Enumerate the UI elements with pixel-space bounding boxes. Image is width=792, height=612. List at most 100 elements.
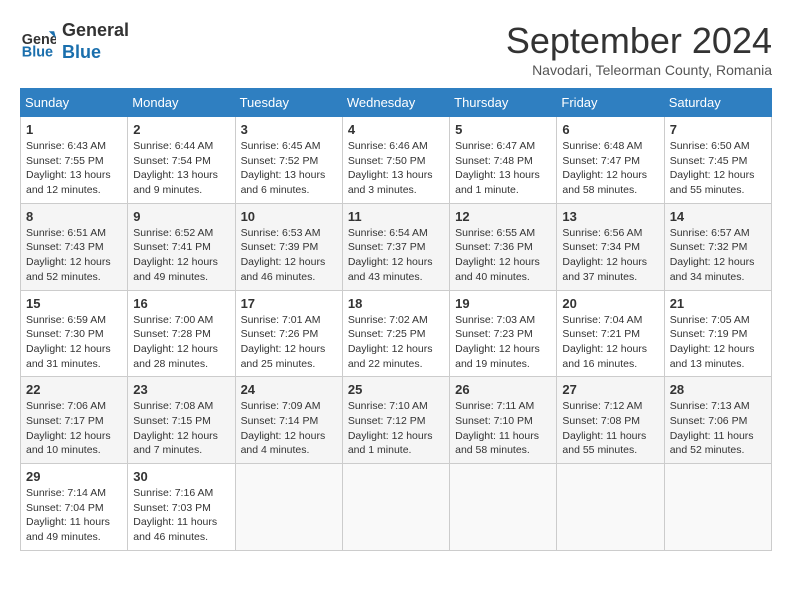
calendar-day-25: 25Sunrise: 7:10 AMSunset: 7:12 PMDayligh… bbox=[342, 377, 449, 464]
weekday-header-sunday: Sunday bbox=[21, 89, 128, 117]
calendar-day-24: 24Sunrise: 7:09 AMSunset: 7:14 PMDayligh… bbox=[235, 377, 342, 464]
day-detail: Sunrise: 6:53 AMSunset: 7:39 PMDaylight:… bbox=[241, 226, 337, 285]
day-detail: Sunrise: 7:14 AMSunset: 7:04 PMDaylight:… bbox=[26, 486, 122, 545]
day-detail: Sunrise: 6:57 AMSunset: 7:32 PMDaylight:… bbox=[670, 226, 766, 285]
calendar-day-22: 22 Sunrise: 7:06 AMSunset: 7:17 PMDayligh… bbox=[21, 377, 128, 464]
calendar-day-28: 28 Sunrise: 7:13 AMSunset: 7:06 PMDayligh… bbox=[664, 377, 771, 464]
day-detail: Sunrise: 6:50 AMSunset: 7:45 PMDaylight:… bbox=[670, 139, 766, 198]
day-number: 2 bbox=[133, 122, 229, 137]
calendar-table: SundayMondayTuesdayWednesdayThursdayFrid… bbox=[20, 88, 772, 551]
day-number: 15 bbox=[26, 296, 122, 311]
calendar-day-10: 10 Sunrise: 6:53 AMSunset: 7:39 PMDayligh… bbox=[235, 203, 342, 290]
calendar-day-30: 30 Sunrise: 7:16 AMSunset: 7:03 PMDayligh… bbox=[128, 464, 235, 551]
day-detail: Sunrise: 6:51 AMSunset: 7:43 PMDaylight:… bbox=[26, 226, 122, 285]
day-detail: Sunrise: 7:06 AMSunset: 7:17 PMDaylight:… bbox=[26, 399, 122, 458]
calendar-day-8: 8 Sunrise: 6:51 AMSunset: 7:43 PMDaylight… bbox=[21, 203, 128, 290]
day-detail: Sunrise: 6:47 AMSunset: 7:48 PMDaylight:… bbox=[455, 139, 551, 198]
day-number: 8 bbox=[26, 209, 122, 224]
calendar-day-20: 20 Sunrise: 7:04 AMSunset: 7:21 PMDayligh… bbox=[557, 290, 664, 377]
calendar-day-15: 15 Sunrise: 6:59 AMSunset: 7:30 PMDayligh… bbox=[21, 290, 128, 377]
day-detail: Sunrise: 7:03 AMSunset: 7:23 PMDaylight:… bbox=[455, 313, 551, 372]
day-number: 5 bbox=[455, 122, 551, 137]
day-number: 21 bbox=[670, 296, 766, 311]
day-number: 17 bbox=[241, 296, 337, 311]
day-number: 14 bbox=[670, 209, 766, 224]
day-number: 7 bbox=[670, 122, 766, 137]
calendar-day-18: 18 Sunrise: 7:02 AMSunset: 7:25 PMDayligh… bbox=[342, 290, 449, 377]
title-block: September 2024 Navodari, Teleorman Count… bbox=[506, 20, 772, 78]
day-detail: Sunrise: 7:04 AMSunset: 7:21 PMDaylight:… bbox=[562, 313, 658, 372]
calendar-week-row: 1 Sunrise: 6:43 AMSunset: 7:55 PMDaylight… bbox=[21, 117, 772, 204]
day-detail: Sunrise: 7:01 AMSunset: 7:26 PMDaylight:… bbox=[241, 313, 337, 372]
day-number: 29 bbox=[26, 469, 122, 484]
day-number: 3 bbox=[241, 122, 337, 137]
day-detail: Sunrise: 6:59 AMSunset: 7:30 PMDaylight:… bbox=[26, 313, 122, 372]
calendar-week-row: 22 Sunrise: 7:06 AMSunset: 7:17 PMDayligh… bbox=[21, 377, 772, 464]
calendar-day-7: 7 Sunrise: 6:50 AMSunset: 7:45 PMDaylight… bbox=[664, 117, 771, 204]
calendar-week-row: 29 Sunrise: 7:14 AMSunset: 7:04 PMDayligh… bbox=[21, 464, 772, 551]
calendar-day-11: 11 Sunrise: 6:54 AMSunset: 7:37 PMDayligh… bbox=[342, 203, 449, 290]
day-number: 10 bbox=[241, 209, 337, 224]
day-number: 12 bbox=[455, 209, 551, 224]
page-header: General Blue General Blue September 2024… bbox=[20, 20, 772, 78]
day-detail: Sunrise: 6:44 AMSunset: 7:54 PMDaylight:… bbox=[133, 139, 229, 198]
calendar-day-5: 5 Sunrise: 6:47 AMSunset: 7:48 PMDaylight… bbox=[450, 117, 557, 204]
day-number: 25 bbox=[348, 382, 444, 397]
day-number: 27 bbox=[562, 382, 658, 397]
day-number: 26 bbox=[455, 382, 551, 397]
calendar-day-1: 1 Sunrise: 6:43 AMSunset: 7:55 PMDaylight… bbox=[21, 117, 128, 204]
day-number: 16 bbox=[133, 296, 229, 311]
calendar-body: 1 Sunrise: 6:43 AMSunset: 7:55 PMDaylight… bbox=[21, 117, 772, 551]
day-number: 4 bbox=[348, 122, 444, 137]
weekday-header-wednesday: Wednesday bbox=[342, 89, 449, 117]
day-number: 20 bbox=[562, 296, 658, 311]
day-number: 19 bbox=[455, 296, 551, 311]
day-detail: Sunrise: 6:43 AMSunset: 7:55 PMDaylight:… bbox=[26, 139, 122, 198]
day-detail: Sunrise: 7:09 AMSunset: 7:14 PMDaylight:… bbox=[241, 399, 337, 458]
day-number: 28 bbox=[670, 382, 766, 397]
calendar-day-6: 6 Sunrise: 6:48 AMSunset: 7:47 PMDaylight… bbox=[557, 117, 664, 204]
calendar-day-27: 27 Sunrise: 7:12 AMSunset: 7:08 PMDayligh… bbox=[557, 377, 664, 464]
logo-text: General Blue bbox=[62, 20, 129, 63]
calendar-day-21: 21 Sunrise: 7:05 AMSunset: 7:19 PMDayligh… bbox=[664, 290, 771, 377]
logo: General Blue General Blue bbox=[20, 20, 129, 63]
day-number: 30 bbox=[133, 469, 229, 484]
day-detail: Sunrise: 6:56 AMSunset: 7:34 PMDaylight:… bbox=[562, 226, 658, 285]
calendar-empty-cell bbox=[557, 464, 664, 551]
calendar-day-3: 3 Sunrise: 6:45 AMSunset: 7:52 PMDaylight… bbox=[235, 117, 342, 204]
location: Navodari, Teleorman County, Romania bbox=[506, 62, 772, 78]
day-number: 22 bbox=[26, 382, 122, 397]
logo-icon: General Blue bbox=[20, 24, 56, 60]
calendar-day-16: 16Sunrise: 7:00 AMSunset: 7:28 PMDayligh… bbox=[128, 290, 235, 377]
day-detail: Sunrise: 7:13 AMSunset: 7:06 PMDaylight:… bbox=[670, 399, 766, 458]
calendar-empty-cell bbox=[450, 464, 557, 551]
day-detail: Sunrise: 7:16 AMSunset: 7:03 PMDaylight:… bbox=[133, 486, 229, 545]
day-number: 1 bbox=[26, 122, 122, 137]
day-number: 11 bbox=[348, 209, 444, 224]
weekday-header-thursday: Thursday bbox=[450, 89, 557, 117]
calendar-empty-cell bbox=[235, 464, 342, 551]
day-number: 18 bbox=[348, 296, 444, 311]
day-detail: Sunrise: 7:05 AMSunset: 7:19 PMDaylight:… bbox=[670, 313, 766, 372]
calendar-day-13: 13 Sunrise: 6:56 AMSunset: 7:34 PMDayligh… bbox=[557, 203, 664, 290]
calendar-week-row: 15 Sunrise: 6:59 AMSunset: 7:30 PMDayligh… bbox=[21, 290, 772, 377]
calendar-day-9: 9Sunrise: 6:52 AMSunset: 7:41 PMDaylight… bbox=[128, 203, 235, 290]
day-number: 6 bbox=[562, 122, 658, 137]
calendar-day-17: 17 Sunrise: 7:01 AMSunset: 7:26 PMDayligh… bbox=[235, 290, 342, 377]
day-detail: Sunrise: 7:02 AMSunset: 7:25 PMDaylight:… bbox=[348, 313, 444, 372]
weekday-header-friday: Friday bbox=[557, 89, 664, 117]
calendar-empty-cell bbox=[342, 464, 449, 551]
calendar-day-29: 29 Sunrise: 7:14 AMSunset: 7:04 PMDayligh… bbox=[21, 464, 128, 551]
calendar-day-26: 26Sunrise: 7:11 AMSunset: 7:10 PMDayligh… bbox=[450, 377, 557, 464]
day-detail: Sunrise: 6:54 AMSunset: 7:37 PMDaylight:… bbox=[348, 226, 444, 285]
calendar-header: SundayMondayTuesdayWednesdayThursdayFrid… bbox=[21, 89, 772, 117]
day-number: 23 bbox=[133, 382, 229, 397]
day-detail: Sunrise: 7:12 AMSunset: 7:08 PMDaylight:… bbox=[562, 399, 658, 458]
day-detail: Sunrise: 6:52 AMSunset: 7:41 PMDaylight:… bbox=[133, 226, 229, 285]
day-detail: Sunrise: 6:55 AMSunset: 7:36 PMDaylight:… bbox=[455, 226, 551, 285]
day-detail: Sunrise: 6:48 AMSunset: 7:47 PMDaylight:… bbox=[562, 139, 658, 198]
day-number: 13 bbox=[562, 209, 658, 224]
month-title: September 2024 bbox=[506, 20, 772, 62]
day-detail: Sunrise: 6:46 AMSunset: 7:50 PMDaylight:… bbox=[348, 139, 444, 198]
day-detail: Sunrise: 6:45 AMSunset: 7:52 PMDaylight:… bbox=[241, 139, 337, 198]
